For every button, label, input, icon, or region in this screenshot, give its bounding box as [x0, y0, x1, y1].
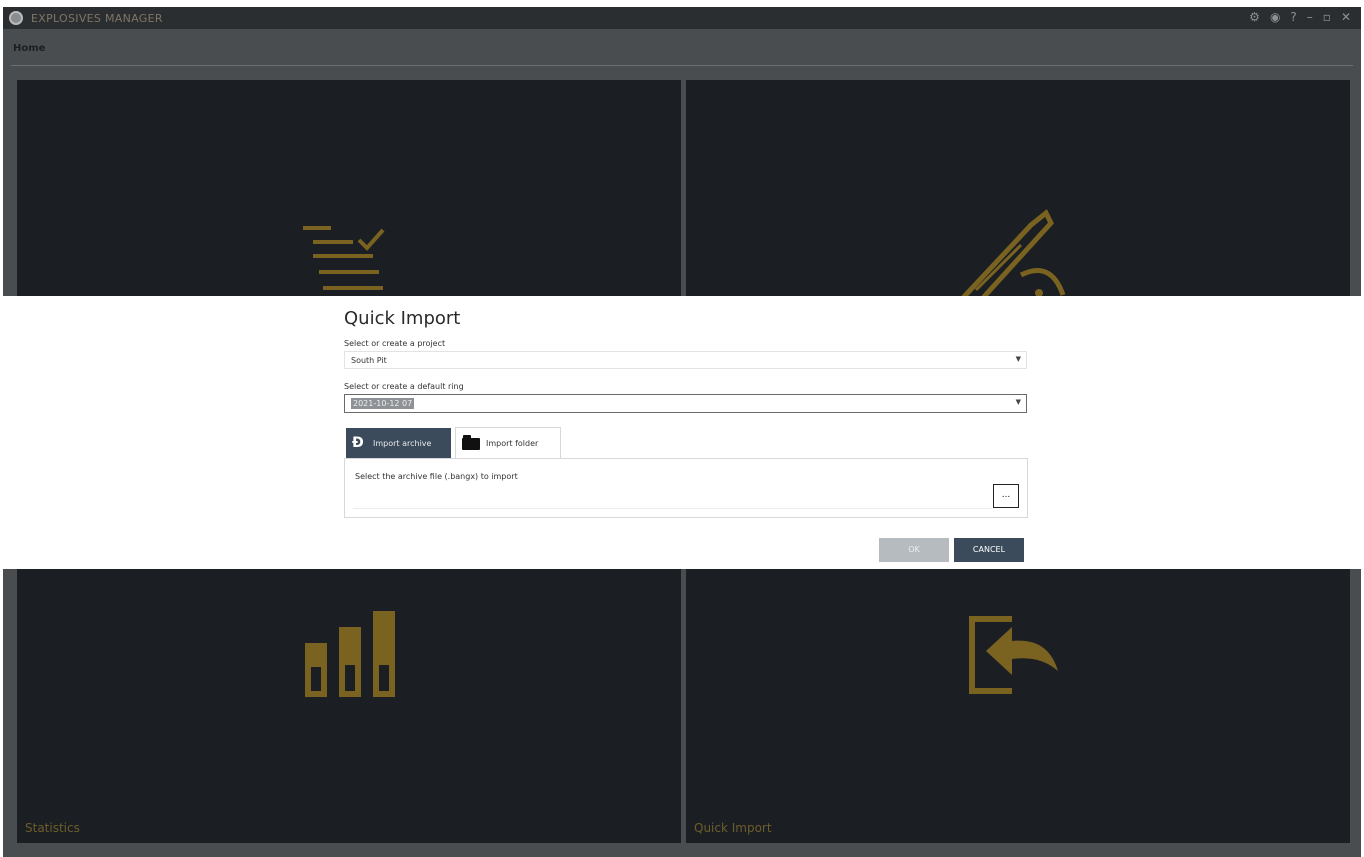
minimize-icon[interactable]: –	[1307, 10, 1313, 24]
folder-icon	[462, 434, 480, 450]
title-bar: EXPLOSIVES MANAGER ⚙ ◉ ? – ▫ ✕	[3, 7, 1361, 29]
close-icon[interactable]: ✕	[1341, 10, 1351, 24]
checklist-icon	[303, 226, 385, 290]
tile-quick-import[interactable]: Quick Import	[686, 569, 1350, 843]
tab-import-folder[interactable]: Import folder	[455, 427, 561, 459]
bar-chart-icon	[305, 611, 395, 697]
tile-statistics[interactable]: Statistics	[17, 569, 681, 843]
window-controls: ⚙ ◉ ? – ▫ ✕	[1249, 10, 1351, 24]
user-icon[interactable]: ◉	[1270, 10, 1280, 24]
app-logo-icon	[9, 11, 23, 25]
archive-icon: Ð	[352, 435, 364, 451]
import-icon	[969, 616, 1058, 694]
menu-bar: Home	[3, 29, 1361, 67]
archive-prompt: Select the archive file (.bangx) to impo…	[355, 472, 518, 481]
chevron-down-icon: ▼	[1015, 355, 1021, 363]
project-combobox[interactable]: South Pit ▼	[344, 351, 1027, 369]
browse-button[interactable]: ...	[993, 484, 1019, 508]
dialog-title: Quick Import	[344, 308, 461, 329]
project-value: South Pit	[351, 356, 387, 365]
tab-label: Import archive	[373, 438, 432, 448]
menu-home[interactable]: Home	[13, 43, 45, 54]
tile-label: Quick Import	[694, 821, 772, 835]
tab-import-archive[interactable]: Ð Import archive	[346, 428, 451, 458]
drill-rig-icon	[957, 209, 1066, 300]
settings-icon[interactable]: ⚙	[1249, 10, 1260, 24]
cancel-button[interactable]: CANCEL	[954, 538, 1024, 562]
tile-label: Statistics	[25, 821, 80, 835]
quick-import-dialog: Quick Import Select or create a project …	[3, 296, 1361, 569]
app-title: EXPLOSIVES MANAGER	[31, 11, 163, 25]
project-label: Select or create a project	[344, 339, 446, 348]
help-icon[interactable]: ?	[1290, 10, 1296, 24]
menu-divider	[11, 65, 1353, 66]
archive-panel: Select the archive file (.bangx) to impo…	[344, 458, 1028, 518]
tile-checklist[interactable]	[17, 80, 681, 296]
chevron-down-icon: ▼	[1015, 398, 1021, 406]
archive-path-input[interactable]	[353, 485, 993, 509]
tab-label: Import folder	[486, 439, 539, 448]
ok-button[interactable]: OK	[879, 538, 949, 562]
ring-label: Select or create a default ring	[344, 382, 464, 391]
ring-combobox[interactable]: 2021-10-12 07 ▼	[344, 394, 1027, 413]
maximize-icon[interactable]: ▫	[1323, 10, 1331, 24]
ring-value: 2021-10-12 07	[351, 398, 415, 409]
tile-drill-rig[interactable]	[686, 80, 1350, 300]
